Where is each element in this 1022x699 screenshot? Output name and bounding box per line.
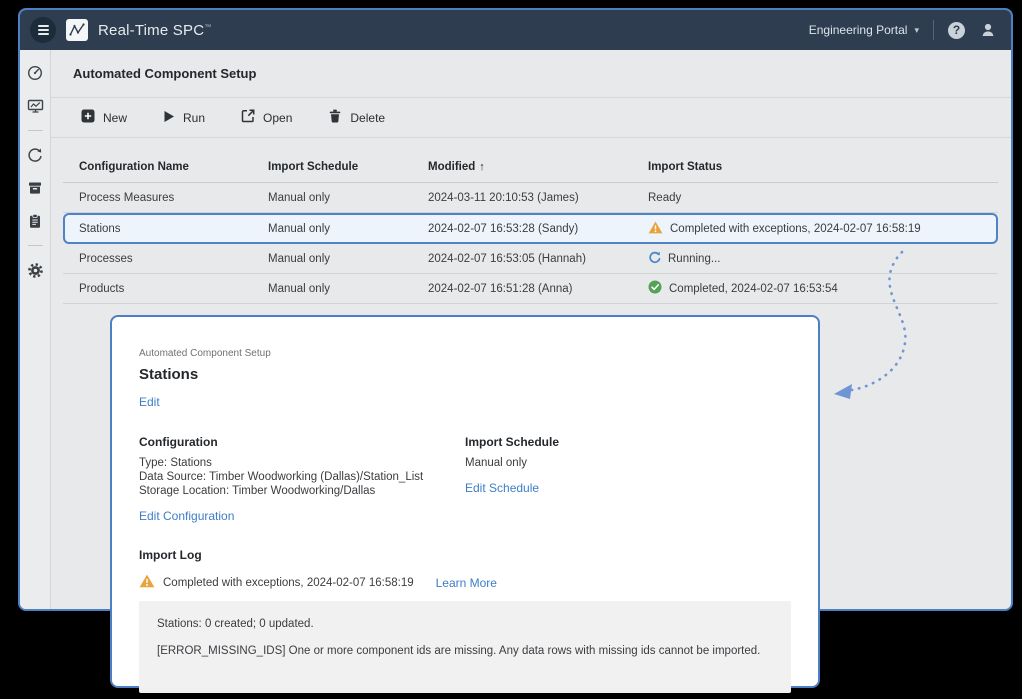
gauge-icon[interactable] [26,64,44,82]
chart-monitor-icon[interactable] [26,97,44,115]
sidebar [20,50,51,609]
sidebar-divider [28,245,43,246]
play-icon [163,110,175,126]
import-log-status-text: Completed with exceptions, 2024-02-07 16… [163,577,414,589]
new-button-label: New [103,111,127,125]
column-header-configuration-name[interactable]: Configuration Name [79,161,268,173]
sync-icon[interactable] [26,146,44,164]
import-schedule-heading: Import Schedule [465,435,559,449]
warning-icon [648,221,663,237]
column-header-modified[interactable]: Modified↑ [428,161,648,173]
detail-panel: Automated Component Setup Stations Edit … [110,315,820,688]
annotation-arrow [812,238,947,408]
import-log-heading: Import Log [139,548,791,562]
status-text: Ready [648,192,681,204]
toolbar: New Run [51,98,1011,138]
hamburger-menu-icon[interactable] [30,17,56,43]
detail-breadcrumb: Automated Component Setup [139,348,791,359]
import-log-output: Stations: 0 created; 0 updated. [ERROR_M… [139,601,791,693]
run-button-label: Run [183,111,205,125]
trash-icon [328,109,342,126]
import-schedule-value: Manual only [465,456,559,470]
archive-icon[interactable] [26,179,44,197]
portal-selector[interactable]: Engineering Portal ▾ [809,23,919,37]
new-button[interactable]: New [81,109,127,126]
top-bar: Real-Time SPC™ Engineering Portal ▾ ? [20,10,1011,50]
table-header-row: Configuration Name Import Schedule Modif… [63,151,998,183]
open-external-icon [241,109,255,126]
page-header: Automated Component Setup [51,50,1011,98]
configuration-section: Configuration Type: Stations Data Source… [139,435,465,525]
running-icon [648,251,661,267]
clipboard-icon[interactable] [26,212,44,230]
detail-title: Stations [139,366,791,383]
success-icon [648,280,662,297]
configuration-heading: Configuration [139,435,465,449]
sidebar-divider [28,130,43,131]
user-profile-icon[interactable] [979,21,997,39]
delete-button-label: Delete [350,111,385,125]
configuration-storage-location: Storage Location: Timber Woodworking/Dal… [139,484,465,498]
edit-link[interactable]: Edit [139,395,160,409]
run-button[interactable]: Run [163,110,205,126]
column-header-import-status[interactable]: Import Status [648,161,982,173]
warning-icon [139,574,155,591]
open-button-label: Open [263,111,292,125]
chevron-down-icon: ▾ [914,25,919,36]
import-schedule-section: Import Schedule Manual only Edit Schedul… [465,435,559,525]
import-log-status: Completed with exceptions, 2024-02-07 16… [139,574,791,591]
status-text: Completed with exceptions, 2024-02-07 16… [670,223,921,235]
log-line: Stations: 0 created; 0 updated. [157,618,773,630]
gear-icon[interactable] [26,261,44,279]
log-line: [ERROR_MISSING_IDS] One or more componen… [157,645,773,657]
topbar-divider [933,20,934,40]
help-icon[interactable]: ? [948,22,965,39]
table-row[interactable]: Process Measures Manual only 2024-03-11 … [63,183,998,213]
app-logo-icon [66,19,88,41]
trademark-symbol: ™ [204,24,211,31]
page-title: Automated Component Setup [73,66,256,81]
edit-schedule-link[interactable]: Edit Schedule [465,481,539,495]
status-text: Running... [668,253,720,265]
edit-configuration-link[interactable]: Edit Configuration [139,509,234,523]
brand-title: Real-Time SPC™ [98,22,211,39]
configuration-data-source: Data Source: Timber Woodworking (Dallas)… [139,470,465,484]
column-header-import-schedule[interactable]: Import Schedule [268,161,428,173]
delete-button[interactable]: Delete [328,109,385,126]
configuration-type: Type: Stations [139,456,465,470]
sort-ascending-icon: ↑ [479,161,485,173]
learn-more-link[interactable]: Learn More [436,576,497,590]
open-button[interactable]: Open [241,109,292,126]
plus-square-icon [81,109,95,126]
